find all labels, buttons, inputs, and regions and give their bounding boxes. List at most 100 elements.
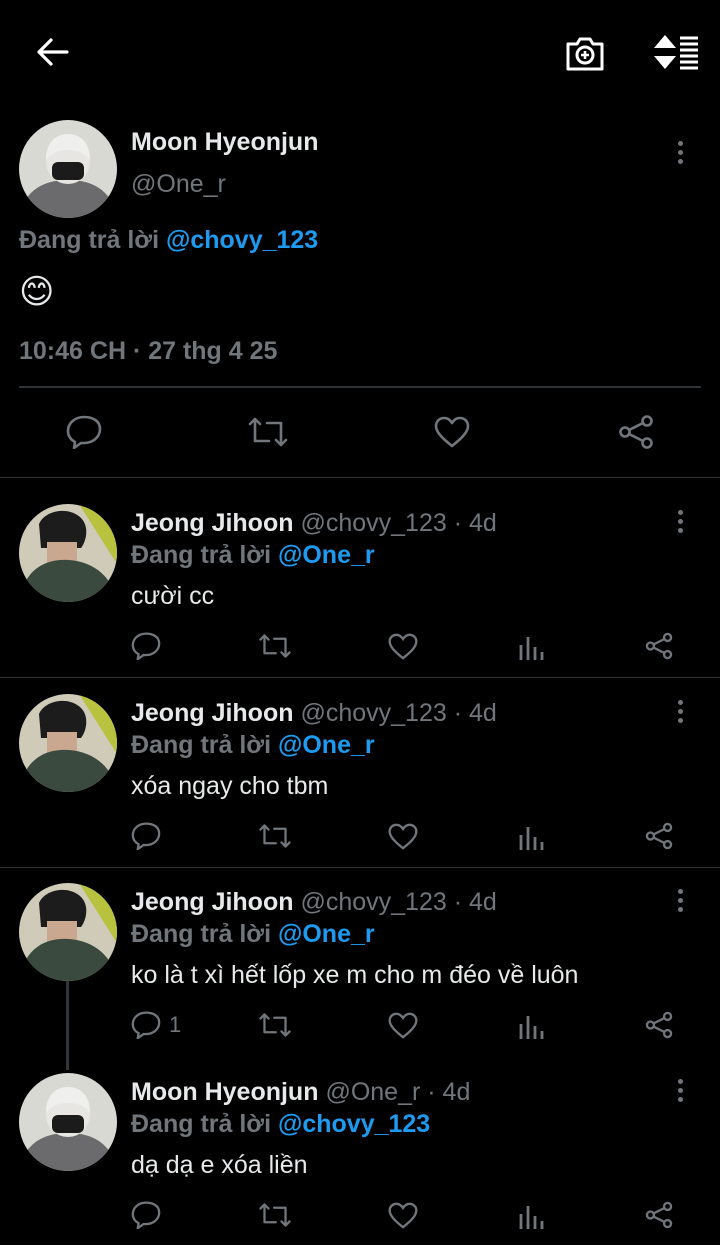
sort-replies-button[interactable] bbox=[650, 32, 700, 72]
avatar[interactable] bbox=[19, 694, 117, 792]
replying-to-link[interactable]: @One_r bbox=[278, 731, 375, 759]
reply-button[interactable] bbox=[62, 410, 106, 454]
like-button[interactable] bbox=[388, 633, 418, 660]
main-tweet-handle[interactable]: @One_r bbox=[131, 170, 226, 199]
like-button[interactable] bbox=[388, 1202, 418, 1229]
more-options-button[interactable] bbox=[665, 1075, 695, 1105]
add-photo-button[interactable] bbox=[562, 32, 608, 74]
reply-author-name[interactable]: Jeong Jihoon bbox=[131, 888, 294, 916]
replying-prefix: Đang trả lời bbox=[131, 1110, 272, 1138]
retweet-button[interactable] bbox=[245, 410, 291, 454]
share-icon bbox=[619, 415, 653, 449]
heart-icon bbox=[434, 416, 470, 448]
reply-time: · 4d bbox=[453, 888, 497, 916]
replying-to-link[interactable]: @chovy_123 bbox=[278, 1110, 430, 1138]
heart-icon bbox=[388, 1202, 418, 1229]
reply-header: Jeong Jihoon @chovy_123 · 4d bbox=[131, 888, 497, 917]
divider bbox=[19, 386, 701, 388]
replying-prefix: Đang trả lời bbox=[19, 226, 160, 254]
retweet-icon bbox=[259, 824, 291, 848]
retweet-icon bbox=[259, 1203, 291, 1227]
replying-prefix: Đang trả lời bbox=[131, 920, 272, 948]
list-item[interactable]: Jeong Jihoon @chovy_123 · 4d Đang trả lờ… bbox=[0, 868, 720, 1070]
reply-button[interactable] bbox=[131, 632, 169, 660]
retweet-button[interactable] bbox=[258, 1201, 292, 1229]
comment-icon bbox=[66, 415, 102, 449]
share-icon bbox=[645, 632, 673, 660]
heart-icon bbox=[388, 823, 418, 850]
share-icon bbox=[645, 822, 673, 850]
list-item[interactable]: Jeong Jihoon @chovy_123 · 4d Đang trả lờ… bbox=[0, 478, 720, 676]
analytics-icon bbox=[519, 1016, 544, 1039]
views-button[interactable] bbox=[518, 823, 544, 851]
retweet-button[interactable] bbox=[258, 822, 292, 850]
views-button[interactable] bbox=[518, 633, 544, 661]
comment-icon bbox=[131, 632, 161, 660]
avatar[interactable] bbox=[19, 120, 117, 218]
reply-button[interactable] bbox=[131, 822, 169, 850]
reply-text: cười cc bbox=[131, 582, 215, 610]
more-options-button[interactable] bbox=[665, 506, 695, 536]
like-button[interactable] bbox=[388, 1012, 418, 1039]
like-button[interactable] bbox=[388, 823, 418, 850]
replying-to-line: Đang trả lời @One_r bbox=[131, 731, 375, 760]
more-options-button[interactable] bbox=[665, 696, 695, 726]
reply-author-handle[interactable]: @chovy_123 bbox=[300, 509, 446, 537]
replying-prefix: Đang trả lời bbox=[131, 731, 272, 759]
reply-button[interactable] bbox=[131, 1201, 169, 1229]
reply-button[interactable]: 1 bbox=[131, 1011, 181, 1039]
back-arrow-icon bbox=[37, 38, 69, 66]
tweet-timestamp[interactable]: 10:46 CH · 27 thg 4 25 bbox=[19, 337, 277, 366]
avatar[interactable] bbox=[19, 883, 117, 981]
thread-line bbox=[66, 980, 69, 1070]
analytics-icon bbox=[519, 827, 544, 850]
replying-to-line: Đang trả lời @chovy_123 bbox=[19, 226, 318, 255]
reply-text: ko là t xì hết lốp xe m cho m đéo về luô… bbox=[131, 961, 579, 989]
replying-to-link[interactable]: @One_r bbox=[278, 920, 375, 948]
sort-icon bbox=[654, 35, 698, 70]
reply-author-name[interactable]: Moon Hyeonjun bbox=[131, 1078, 318, 1106]
tweet-text: 😊 bbox=[19, 273, 55, 311]
camera-plus-icon bbox=[566, 37, 604, 71]
share-icon bbox=[645, 1201, 673, 1229]
avatar[interactable] bbox=[19, 504, 117, 602]
more-options-button[interactable] bbox=[665, 137, 695, 167]
like-button[interactable] bbox=[430, 410, 474, 454]
reply-header: Moon Hyeonjun @One_r · 4d bbox=[131, 1078, 470, 1107]
replying-to-link[interactable]: @One_r bbox=[278, 541, 375, 569]
replying-to-link[interactable]: @chovy_123 bbox=[166, 226, 318, 254]
views-button[interactable] bbox=[518, 1012, 544, 1040]
comment-icon bbox=[131, 1011, 161, 1039]
list-item[interactable]: Moon Hyeonjun @One_r · 4d Đang trả lời @… bbox=[0, 1058, 720, 1245]
share-button[interactable] bbox=[645, 1011, 673, 1039]
reply-author-handle[interactable]: @chovy_123 bbox=[300, 699, 446, 727]
replying-to-line: Đang trả lời @One_r bbox=[131, 920, 375, 949]
reply-author-handle[interactable]: @chovy_123 bbox=[300, 888, 446, 916]
list-item[interactable]: Jeong Jihoon @chovy_123 · 4d Đang trả lờ… bbox=[0, 678, 720, 866]
replying-prefix: Đang trả lời bbox=[131, 541, 272, 569]
reply-author-name[interactable]: Jeong Jihoon bbox=[131, 699, 294, 727]
replying-to-line: Đang trả lời @One_r bbox=[131, 541, 375, 570]
share-button[interactable] bbox=[645, 822, 673, 850]
heart-icon bbox=[388, 633, 418, 660]
back-button[interactable] bbox=[30, 34, 74, 70]
reply-time: · 4d bbox=[453, 509, 497, 537]
avatar[interactable] bbox=[19, 1073, 117, 1171]
comment-icon bbox=[131, 822, 161, 850]
reply-count: 1 bbox=[169, 1012, 182, 1037]
analytics-icon bbox=[519, 637, 544, 660]
more-options-button[interactable] bbox=[665, 885, 695, 915]
retweet-button[interactable] bbox=[258, 632, 292, 660]
reply-author-name[interactable]: Jeong Jihoon bbox=[131, 509, 294, 537]
share-button[interactable] bbox=[645, 1201, 673, 1229]
share-button[interactable] bbox=[614, 410, 658, 454]
main-tweet-name[interactable]: Moon Hyeonjun bbox=[131, 128, 318, 157]
reply-header: Jeong Jihoon @chovy_123 · 4d bbox=[131, 699, 497, 728]
share-button[interactable] bbox=[645, 632, 673, 660]
views-button[interactable] bbox=[518, 1202, 544, 1230]
reply-author-handle[interactable]: @One_r bbox=[325, 1078, 420, 1106]
comment-icon bbox=[131, 1201, 161, 1229]
reply-header: Jeong Jihoon @chovy_123 · 4d bbox=[131, 509, 497, 538]
retweet-button[interactable] bbox=[258, 1011, 292, 1039]
replying-to-line: Đang trả lời @chovy_123 bbox=[131, 1110, 430, 1139]
